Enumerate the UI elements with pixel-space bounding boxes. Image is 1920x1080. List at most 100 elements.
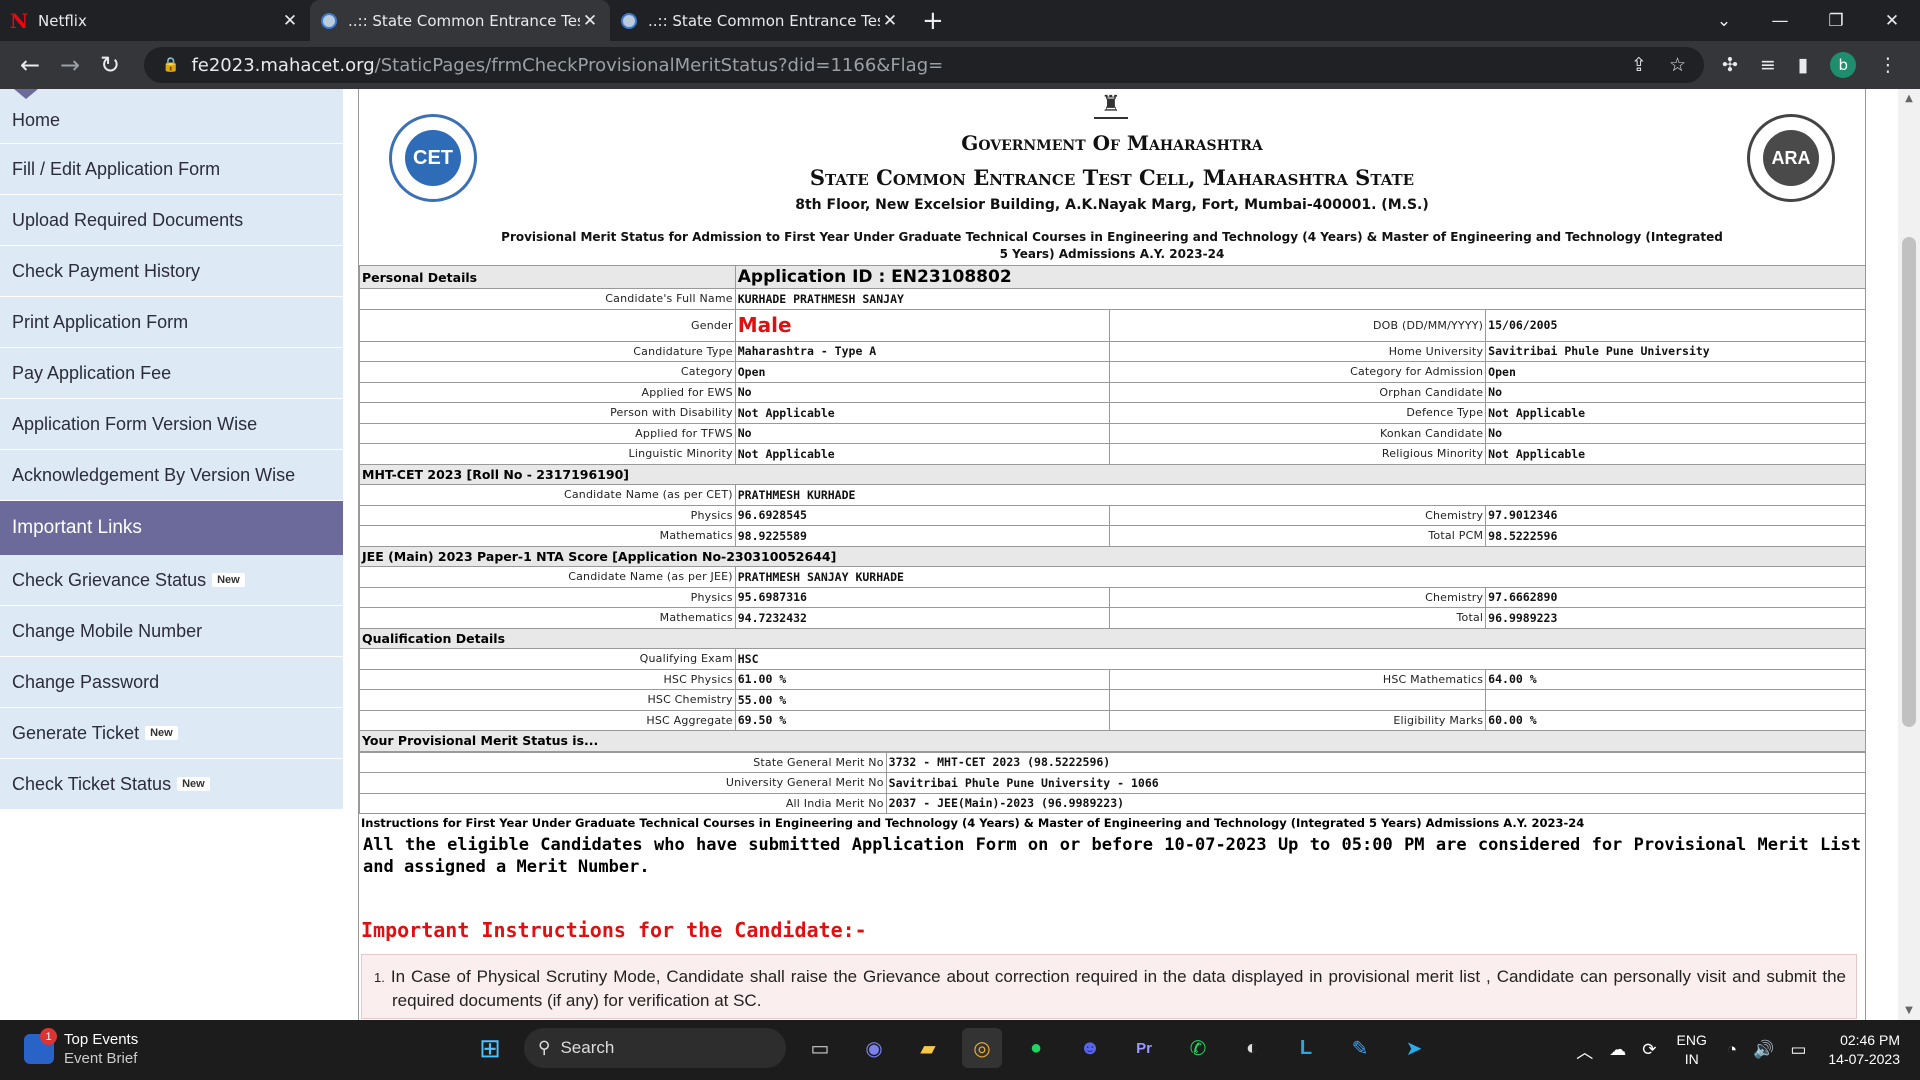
restore-icon[interactable]: ❐ [1808,11,1864,31]
paint-icon[interactable]: ✎ [1340,1028,1380,1068]
sidebar-item-grievance-status[interactable]: Check Grievance Status New [0,555,343,606]
sidebar-item-change-password[interactable]: Change Password [0,657,343,708]
start-menu-icon[interactable]: ⊞ [470,1028,510,1068]
sidebar-item-label: Generate Ticket [12,722,140,743]
widget-title: Top Events [64,1031,139,1048]
field-value: No [734,422,1111,444]
tab-cet[interactable]: ..:: State Common Entrance Test C ✕ [610,0,910,41]
field-value: Not Applicable [1485,402,1865,424]
side-panel-icon[interactable]: ▮ [1798,54,1808,76]
sidebar-item-print-form[interactable]: Print Application Form [0,297,343,348]
profile-avatar[interactable]: b [1830,52,1857,78]
spotify-icon[interactable]: ● [1016,1028,1056,1068]
widgets-button[interactable]: 1 Top Events Event Brief [24,1028,139,1068]
system-tray: ︿ ☁ ⟳ ENG IN ◔ 🔊 ▭ 02:46 PM 14-07-2023 [1568,1020,1920,1080]
web-page: Home Fill / Edit Application Form Upload… [0,89,1920,1020]
tab-title: ..:: State Common Entrance Test C [348,11,580,30]
sidebar-item-pay-fee[interactable]: Pay Application Fee [0,348,343,399]
bookmark-star-icon[interactable]: ☆ [1669,54,1686,76]
close-tab-icon[interactable]: ✕ [880,11,900,31]
field-label: Applied for TFWS [359,422,736,444]
chevron-up-icon[interactable]: ︿ [1576,1038,1593,1063]
clock-date: 14-07-2023 [1828,1051,1900,1067]
file-manager-icon[interactable]: ▭ [800,1028,840,1068]
premiere-pro-icon[interactable]: Pr [1124,1028,1164,1068]
media-controls-icon[interactable]: ≡ [1760,54,1776,76]
field-label: HSC Chemistry [359,689,736,711]
sidebar-item-upload-documents[interactable]: Upload Required Documents [0,195,343,246]
teams-chat-icon[interactable]: ◉ [854,1028,894,1068]
close-tab-icon[interactable]: ✕ [280,11,300,31]
sidebar-item-generate-ticket[interactable]: Generate Ticket New [0,708,343,759]
widgets-icon: 1 [24,1028,57,1064]
sync-icon[interactable]: ⟳ [1642,1040,1656,1060]
instruction-item: 1. In Case of Physical Scrutiny Mode, Can… [361,954,1857,1019]
sidebar-item-fill-edit-form[interactable]: Fill / Edit Application Form [0,144,343,195]
telegram-icon[interactable]: ➤ [1394,1028,1434,1068]
forward-icon[interactable]: → [50,45,90,85]
important-instructions-title: Important Instructions for the Candidate… [361,918,867,942]
tab-search-icon[interactable]: ⌄ [1696,11,1752,31]
file-explorer-icon[interactable]: ▰ [908,1028,948,1068]
reload-icon[interactable]: ↻ [90,45,130,85]
minimize-icon[interactable]: — [1752,11,1808,31]
sidebar-item-form-version[interactable]: Application Form Version Wise [0,399,343,450]
table-row: Qualification Details [359,627,1865,649]
scroll-down-icon[interactable]: ▼ [1898,1005,1920,1016]
wifi-icon[interactable]: ◔ [1727,1040,1737,1060]
table-row: Candidature Type Maharashtra - Type A Ho… [359,340,1865,362]
discord-icon[interactable]: ☻ [1070,1028,1110,1068]
table-row: Your Provisional Merit Status is... [359,730,1865,752]
notification-badge: 1 [40,1028,57,1045]
table-row: Mathematics 98.9225589 Total PCM 98.5222… [359,525,1865,547]
cet-icon [320,12,338,30]
sidebar-item-label: Check Ticket Status [12,773,172,794]
sidebar-item-change-mobile[interactable]: Change Mobile Number [0,606,343,657]
sidebar-item-payment-history[interactable]: Check Payment History [0,246,343,297]
browser-toolbar: ← → ↻ 🔒 fe2023.mahacet.org /StaticPages/… [0,41,1920,89]
table-row: Physics 96.6928545 Chemistry 97.9012346 [359,504,1865,526]
field-label: Qualifying Exam [359,648,736,670]
sidebar-item-home[interactable]: Home [0,89,343,144]
tab-title: Netflix [38,11,87,30]
app-l-icon[interactable]: L [1286,1028,1326,1068]
obs-icon[interactable]: ◐ [1232,1028,1272,1068]
sidebar-item-acknowledgement[interactable]: Acknowledgement By Version Wise [0,450,343,501]
close-tab-icon[interactable]: ✕ [580,11,600,31]
new-tab-icon[interactable]: + [910,0,956,41]
battery-icon[interactable]: ▭ [1790,1040,1806,1060]
back-icon[interactable]: ← [10,45,50,85]
tab-netflix[interactable]: N Netflix ✕ [0,0,310,41]
taskbar-search[interactable]: ⚲ Search [524,1028,786,1068]
region-code: IN [1684,1051,1699,1067]
sidebar-item-ticket-status[interactable]: Check Ticket Status New [0,759,343,810]
tab-cet-active[interactable]: ..:: State Common Entrance Test C ✕ [310,0,610,41]
volume-icon[interactable]: 🔊 [1753,1040,1774,1060]
menu-kebab-icon[interactable]: ⋮ [1878,54,1897,76]
whatsapp-icon[interactable]: ✆ [1178,1028,1218,1068]
sidebar-item-label: Acknowledgement By Version Wise [12,464,296,485]
scrollbar-thumb[interactable] [1902,237,1916,727]
onedrive-icon[interactable]: ☁ [1609,1040,1626,1060]
address-bar[interactable]: 🔒 fe2023.mahacet.org /StaticPages/frmChe… [144,47,1704,83]
lock-icon[interactable]: 🔒 [162,57,179,73]
table-row: HSC Aggregate 69.50 % Eligibility Marks … [359,709,1865,731]
clock[interactable]: 02:46 PM 14-07-2023 [1828,1031,1900,1069]
eligibility-note: All the eligible Candidates who have sub… [363,835,1861,877]
field-value: 55.00 % [734,689,1111,711]
sidebar-item-label: Application Form Version Wise [12,413,258,434]
field-value: No [734,381,1111,403]
page-scrollbar[interactable]: ▲ ▼ [1898,89,1920,1020]
university-merit-value: Savitribai Phule Pune University - 1066 [885,772,1865,794]
table-row: Mathematics 94.7232432 Total 96.9989223 [359,607,1865,629]
chrome-icon[interactable]: ◎ [962,1028,1002,1068]
close-window-icon[interactable]: ✕ [1864,11,1920,31]
language-indicator[interactable]: ENG IN [1677,1031,1707,1069]
field-value: 69.50 % [734,709,1111,731]
new-badge: New [177,777,210,791]
share-icon[interactable]: ⇪ [1631,54,1647,76]
sidebar: Home Fill / Edit Application Form Upload… [0,89,343,1020]
extensions-icon[interactable]: ✣ [1722,54,1738,76]
field-label: Eligibility Marks [1109,709,1487,731]
scroll-up-icon[interactable]: ▲ [1898,93,1920,104]
